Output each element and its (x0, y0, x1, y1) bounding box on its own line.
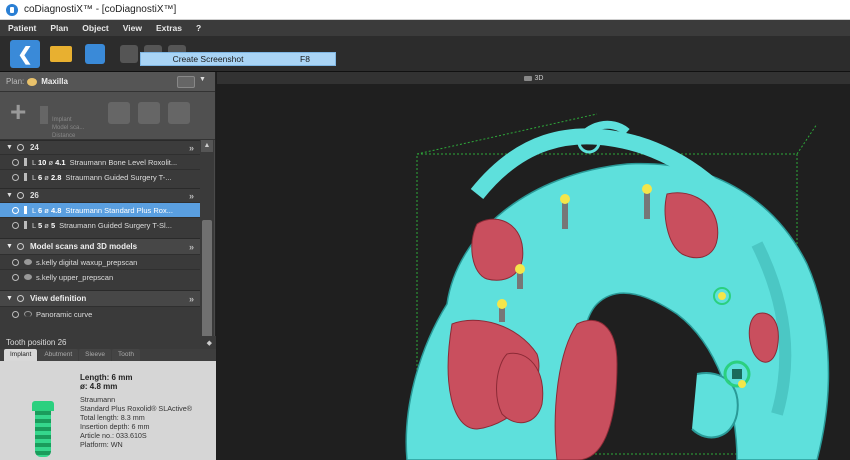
implant-illustration (32, 401, 54, 457)
implant-length: Length: 6 mm (80, 373, 133, 382)
plan-name[interactable]: Maxilla (41, 77, 68, 86)
implant-icon (24, 158, 27, 166)
implant-product: Standard Plus Roxolid® SLActive® (80, 404, 193, 413)
3d-scene[interactable] (217, 84, 850, 460)
implant-total-length: Total length: 8.3 mm (80, 413, 145, 422)
visibility-icon[interactable] (12, 206, 19, 214)
implant-details: Length: 6 mm ø: 4.8 mm Straumann Standar… (0, 361, 216, 460)
sleeve-icon (24, 221, 27, 229)
tooth-icon (27, 77, 38, 86)
tab-sleeve[interactable]: Sleeve (79, 349, 112, 361)
implant-diameter: ø: 4.8 mm (80, 382, 118, 391)
tooltip: Create Screenshot F8 (140, 52, 336, 66)
tab-tooth[interactable]: Tooth (112, 349, 140, 361)
tree-item[interactable]: L 5 ø 5 Straumann Guided Surgery T-Sl... (0, 217, 200, 232)
tooth-position-bar: Tooth position 26 ◆ (0, 336, 216, 349)
implant-article: Article no.: 033.610S (80, 431, 147, 440)
camera-icon (523, 75, 532, 81)
main-toolbar: ❮ 1 2 3 4 5 6 7 8 ▼ (0, 36, 850, 104)
visibility-icon[interactable] (16, 295, 24, 302)
list-view-button[interactable] (177, 76, 195, 88)
menu-extras[interactable]: Extras (156, 23, 182, 33)
implant-tools: + Implant Model sca... Distance (0, 92, 215, 140)
tree-item[interactable]: s.kelly digital waxup_prepscan (0, 254, 200, 269)
sleeve-icon (24, 173, 27, 181)
visibility-icon[interactable] (12, 173, 19, 181)
tree-item[interactable]: Panoramic curve (0, 306, 200, 321)
tree-item[interactable]: L 10 ø 4.1 Straumann Bone Level Roxolit.… (0, 154, 200, 169)
collapse-arrow-icon: ▼ (6, 192, 13, 199)
tree-item-selected[interactable]: L 6 ø 4.8 Straumann Standard Plus Rox... (0, 202, 200, 217)
collapse-arrow-icon: ▼ (6, 144, 13, 151)
add-object-button[interactable]: + (10, 98, 26, 126)
visibility-icon[interactable] (12, 310, 19, 318)
scan-icon (24, 259, 32, 265)
curve-icon (24, 311, 32, 317)
menu-object[interactable]: Object (82, 23, 108, 33)
expand-icon[interactable]: » (189, 143, 194, 153)
scroll-thumb[interactable] (202, 220, 212, 350)
open-folder-button[interactable] (46, 40, 76, 68)
visibility-icon[interactable] (12, 273, 19, 281)
back-button[interactable]: ❮ (10, 40, 40, 68)
expand-icon[interactable]: » (189, 191, 194, 201)
tree-group-26[interactable]: ▼ 26 » (0, 188, 200, 202)
folder-icon (50, 46, 72, 62)
scroll-up-icon[interactable]: ▲ (201, 140, 213, 152)
implant-info: Length: 6 mm ø: 4.8 mm Straumann Standar… (80, 373, 192, 449)
visibility-icon[interactable] (12, 258, 19, 266)
tooltip-label: Create Screenshot (172, 54, 244, 64)
visibility-icon[interactable] (12, 158, 19, 166)
implant-manufacturer: Straumann (80, 395, 116, 404)
implant-tool-icon[interactable] (108, 102, 130, 124)
expand-icon[interactable]: » (189, 294, 194, 304)
visibility-icon[interactable] (16, 243, 24, 250)
scan-icon (24, 274, 32, 280)
save-button[interactable] (80, 40, 110, 68)
visibility-icon[interactable] (16, 144, 24, 151)
check-tool-icon[interactable] (138, 102, 160, 124)
visibility-icon[interactable] (16, 192, 24, 199)
plan-label: Plan: (6, 77, 25, 86)
window-titlebar: coDiagnostiX™ - [coDiagnostiX™] (0, 0, 850, 20)
collapse-arrow-icon: ▼ (6, 295, 13, 302)
tab-implant[interactable]: Implant (4, 349, 38, 361)
visibility-icon[interactable] (12, 221, 19, 229)
implant-insertion-depth: Insertion depth: 6 mm (80, 422, 150, 431)
arrow-left-icon: ❮ (17, 43, 33, 64)
viewport-title: 3D (534, 74, 544, 82)
plan-bar: Plan: Maxilla ▼ (0, 72, 215, 92)
implant-icon (24, 206, 27, 214)
add-dropdown-button[interactable] (40, 106, 48, 124)
tab-abutment[interactable]: Abutment (38, 349, 79, 361)
section-view-definition[interactable]: ▼ View definition » (0, 290, 200, 306)
left-panel: Plan: Maxilla ▼ + Implant Model sca... D… (0, 72, 216, 460)
disabled-tool-icon (120, 45, 138, 63)
app-icon (6, 3, 18, 16)
tooth-position-dropdown[interactable]: ◆ (207, 339, 212, 347)
tree-item[interactable]: L 6 ø 2.8 Straumann Guided Surgery T-... (0, 169, 200, 184)
3d-viewport[interactable]: 3D (217, 72, 850, 460)
chevron-down-icon: ▼ (199, 76, 206, 83)
menu-view[interactable]: View (123, 23, 142, 33)
window-title: coDiagnostiX™ - [coDiagnostiX™] (24, 4, 177, 15)
menu-patient[interactable]: Patient (8, 23, 36, 33)
section-model-scans[interactable]: ▼ Model scans and 3D models » (0, 238, 200, 254)
tooltip-shortcut: F8 (300, 54, 310, 64)
expand-icon[interactable]: » (189, 242, 194, 252)
implant-platform: Platform: WN (80, 440, 123, 449)
remove-tool-icon[interactable] (168, 102, 190, 124)
add-menu-preview: Implant Model sca... Distance (52, 117, 85, 139)
tree-item[interactable]: s.kelly upper_prepscan (0, 269, 200, 284)
collapse-arrow-icon: ▼ (6, 243, 13, 250)
save-icon (85, 44, 105, 64)
tree-group-24[interactable]: ▼ 24 » (0, 140, 200, 154)
menu-bar: Patient Plan Object View Extras ? (0, 20, 850, 36)
menu-plan[interactable]: Plan (50, 23, 68, 33)
detail-tabs: Implant Abutment Sleeve Tooth (0, 349, 216, 361)
plan-dropdown-button[interactable]: ▼ (199, 76, 211, 88)
menu-help[interactable]: ? (196, 23, 201, 33)
viewport-header: 3D (217, 72, 850, 84)
